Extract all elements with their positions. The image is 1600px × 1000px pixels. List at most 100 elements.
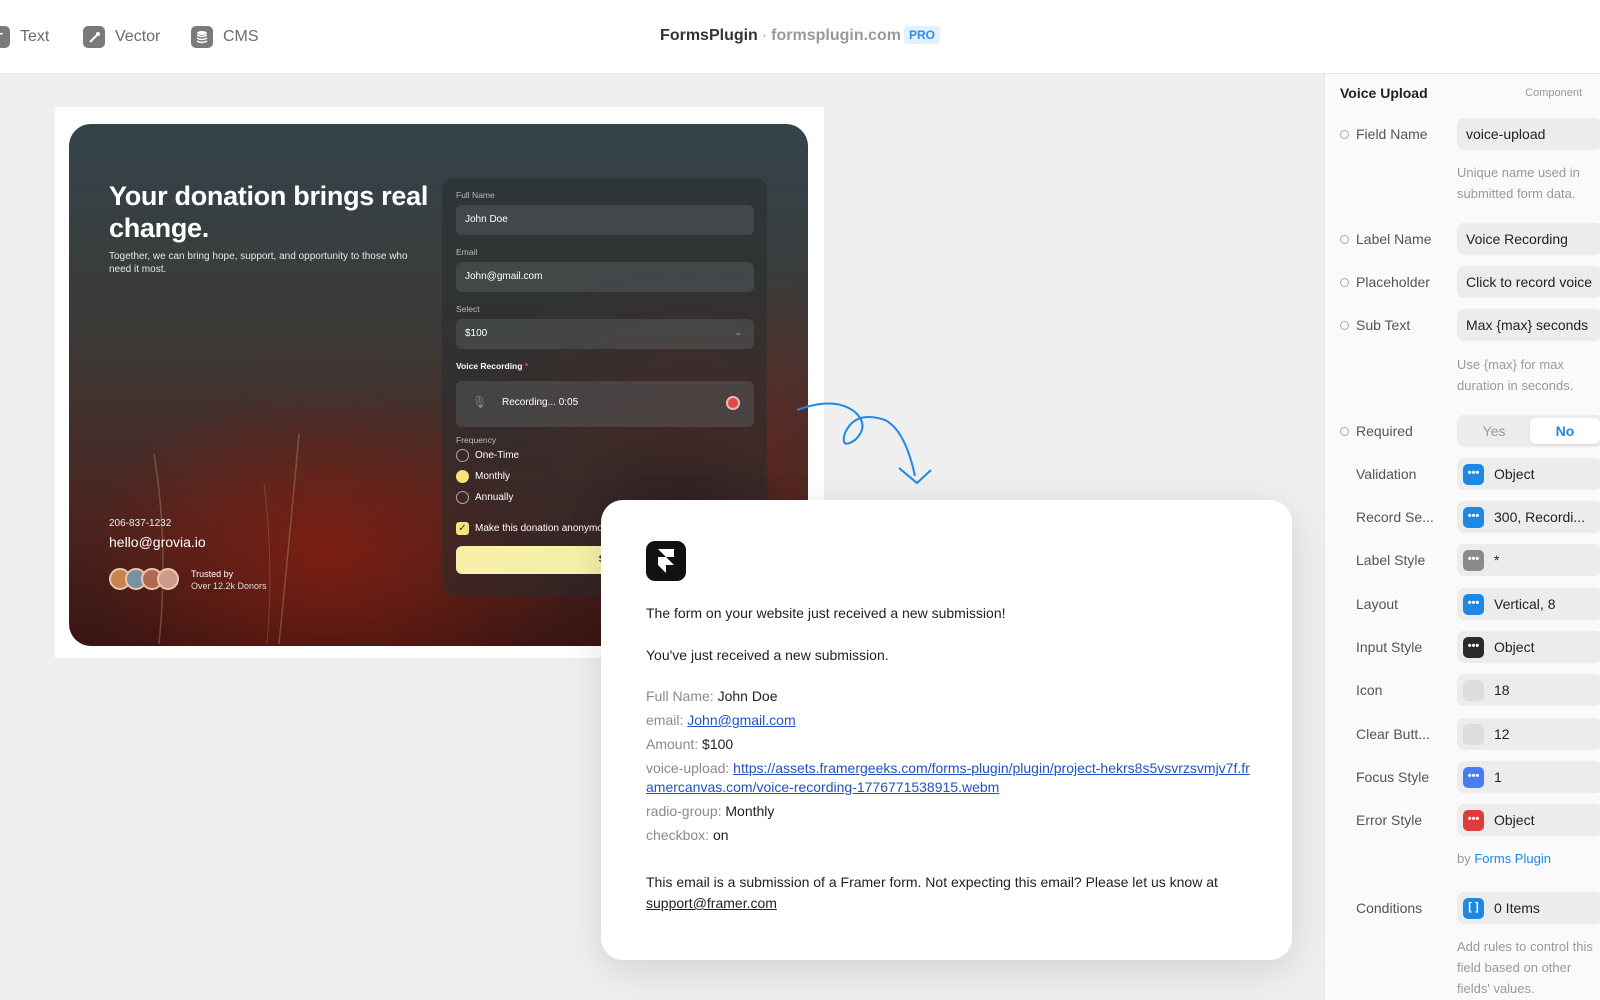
- trust-badge: Trusted by Over 12.2k Donors: [191, 568, 267, 592]
- prop-label-style: Label Style ••• *: [1340, 544, 1600, 576]
- prop-input-style: Input Style ••• Object: [1340, 631, 1600, 663]
- field-value: John Doe: [717, 688, 778, 704]
- properties-panel: Voice Upload Component Field Name voice-…: [1324, 74, 1600, 1000]
- prop-validation: Validation ••• Object: [1340, 458, 1600, 490]
- sub-text-hint: Use {max} for max duration in seconds.: [1457, 357, 1574, 393]
- email-field-row: email: John@gmail.com: [646, 711, 1256, 730]
- required-asterisk: *: [524, 361, 529, 371]
- required-yes-option[interactable]: Yes: [1459, 418, 1529, 444]
- control-dot-icon[interactable]: [1340, 427, 1349, 436]
- donor-avatars: [109, 568, 179, 590]
- label-style-control[interactable]: ••• *: [1457, 544, 1600, 576]
- email-field-row: voice-upload: https://assets.framergeeks…: [646, 759, 1256, 797]
- control-dot-icon[interactable]: [1340, 130, 1349, 139]
- required-no-option[interactable]: No: [1530, 418, 1600, 444]
- panel-title: Voice Upload: [1340, 85, 1428, 101]
- layout-control[interactable]: ••• Vertical, 8: [1457, 588, 1600, 620]
- voice-upload-link[interactable]: https://assets.framergeeks.com/forms-plu…: [646, 760, 1250, 795]
- curved-arrow-icon: [796, 402, 932, 485]
- clear-button-control[interactable]: 12: [1457, 718, 1600, 750]
- radio-annually[interactable]: Annually: [456, 491, 513, 504]
- field-key: Amount:: [646, 736, 699, 752]
- voice-recording-label: Voice Recording *: [456, 361, 528, 371]
- control-dot-icon[interactable]: [1340, 235, 1349, 244]
- field-name-hint: Unique name used in submitted form data.: [1457, 165, 1580, 201]
- more-icon: •••: [1463, 767, 1484, 788]
- pro-badge: PRO: [903, 26, 940, 44]
- prop-label: Validation: [1356, 466, 1417, 482]
- control-dot-icon[interactable]: [1340, 278, 1349, 287]
- stop-recording-button[interactable]: [726, 396, 740, 410]
- error-style-control[interactable]: ••• Object: [1457, 804, 1600, 836]
- more-icon: •••: [1463, 464, 1484, 485]
- brand-domain: formsplugin.com: [771, 27, 901, 44]
- chevron-down-icon: ⌄: [734, 327, 742, 337]
- amount-select-value: $100: [465, 328, 488, 339]
- prop-value: 1: [1494, 769, 1502, 785]
- field-key: checkbox:: [646, 827, 710, 843]
- prop-error-style: Error Style ••• Object: [1340, 804, 1600, 836]
- control-dot-icon[interactable]: [1340, 321, 1349, 330]
- conditions-control[interactable]: [ ] 0 Items: [1457, 892, 1600, 924]
- prop-label-name: Label Name Voice Recording: [1340, 223, 1600, 255]
- radio-monthly[interactable]: Monthly: [456, 470, 510, 483]
- prop-required: Required Yes No: [1340, 415, 1600, 447]
- prop-value: 18: [1494, 682, 1510, 698]
- prop-label: Record Se...: [1356, 509, 1434, 525]
- focus-style-control[interactable]: ••• 1: [1457, 761, 1600, 793]
- prop-label: Error Style: [1356, 812, 1423, 828]
- email-field-row: Full Name: John Doe: [646, 687, 1256, 706]
- radio-label: Annually: [475, 492, 514, 503]
- prop-label: Layout: [1356, 596, 1399, 612]
- more-icon: •••: [1463, 637, 1484, 658]
- frequency-label: Frequency: [456, 435, 497, 445]
- full-name-label: Full Name: [456, 190, 495, 200]
- prop-value: 0 Items: [1494, 900, 1540, 916]
- email-field-row: Amount: $100: [646, 735, 1256, 754]
- recording-status: Recording... 0:05: [502, 397, 579, 408]
- email-preview-card: The form on your website just received a…: [601, 500, 1292, 960]
- microphone-icon: 🎙: [472, 395, 488, 409]
- validation-control[interactable]: ••• Object: [1457, 458, 1600, 490]
- prop-value: Object: [1494, 466, 1535, 482]
- hero-title: Your donation brings real change.: [109, 181, 429, 243]
- radio-label: Monthly: [475, 471, 511, 482]
- framer-logo-icon: [646, 541, 686, 581]
- prop-sub-text: Sub Text Max {max} seconds: [1340, 309, 1600, 341]
- icon-size-control[interactable]: 18: [1457, 674, 1600, 706]
- anonymous-checkbox[interactable]: ✓ Make this donation anonymo: [456, 522, 603, 535]
- email-input[interactable]: John@gmail.com: [456, 262, 754, 292]
- prop-label: Field Name: [1356, 126, 1428, 142]
- more-icon: •••: [1463, 594, 1484, 615]
- prop-value: 300, Recordi...: [1494, 509, 1586, 525]
- full-name-input[interactable]: John Doe: [456, 205, 754, 235]
- more-icon: •••: [1463, 550, 1484, 571]
- contact-email: hello@grovia.io: [109, 534, 206, 550]
- field-name-input[interactable]: voice-upload: [1457, 118, 1600, 150]
- checkmark-icon: ✓: [456, 522, 469, 535]
- email-link[interactable]: John@gmail.com: [687, 712, 795, 728]
- prop-layout: Layout ••• Vertical, 8: [1340, 588, 1600, 620]
- placeholder-input[interactable]: Click to record voice: [1457, 266, 1600, 298]
- prop-value: 12: [1494, 726, 1510, 742]
- amount-select[interactable]: $100 ⌄: [456, 319, 754, 349]
- prop-label: Input Style: [1356, 639, 1423, 655]
- label-name-input[interactable]: Voice Recording: [1457, 223, 1600, 255]
- required-toggle: Yes No: [1457, 415, 1600, 447]
- more-icon: •••: [1463, 810, 1484, 831]
- top-toolbar: T Text Vector CMS FormsPlugin·formsplugi…: [0, 0, 1600, 74]
- hero-subtitle: Together, we can bring hope, support, an…: [109, 251, 408, 275]
- prop-label: Sub Text: [1356, 317, 1411, 333]
- record-settings-control[interactable]: ••• 300, Recordi...: [1457, 501, 1600, 533]
- voice-recorder[interactable]: 🎙 Recording... 0:05: [456, 381, 754, 427]
- input-style-control[interactable]: ••• Object: [1457, 631, 1600, 663]
- field-key: email:: [646, 712, 684, 728]
- prop-label: Focus Style: [1356, 769, 1430, 785]
- support-email-link[interactable]: support@framer.com: [646, 895, 777, 911]
- prop-icon: Icon 18: [1340, 674, 1600, 706]
- radio-one-time[interactable]: One-Time: [456, 449, 519, 462]
- prop-label: Conditions: [1356, 900, 1423, 916]
- project-title: FormsPlugin · formsplugin.com PRO: [0, 26, 1600, 45]
- forms-plugin-link[interactable]: Forms Plugin: [1474, 851, 1551, 866]
- sub-text-input[interactable]: Max {max} seconds: [1457, 309, 1600, 341]
